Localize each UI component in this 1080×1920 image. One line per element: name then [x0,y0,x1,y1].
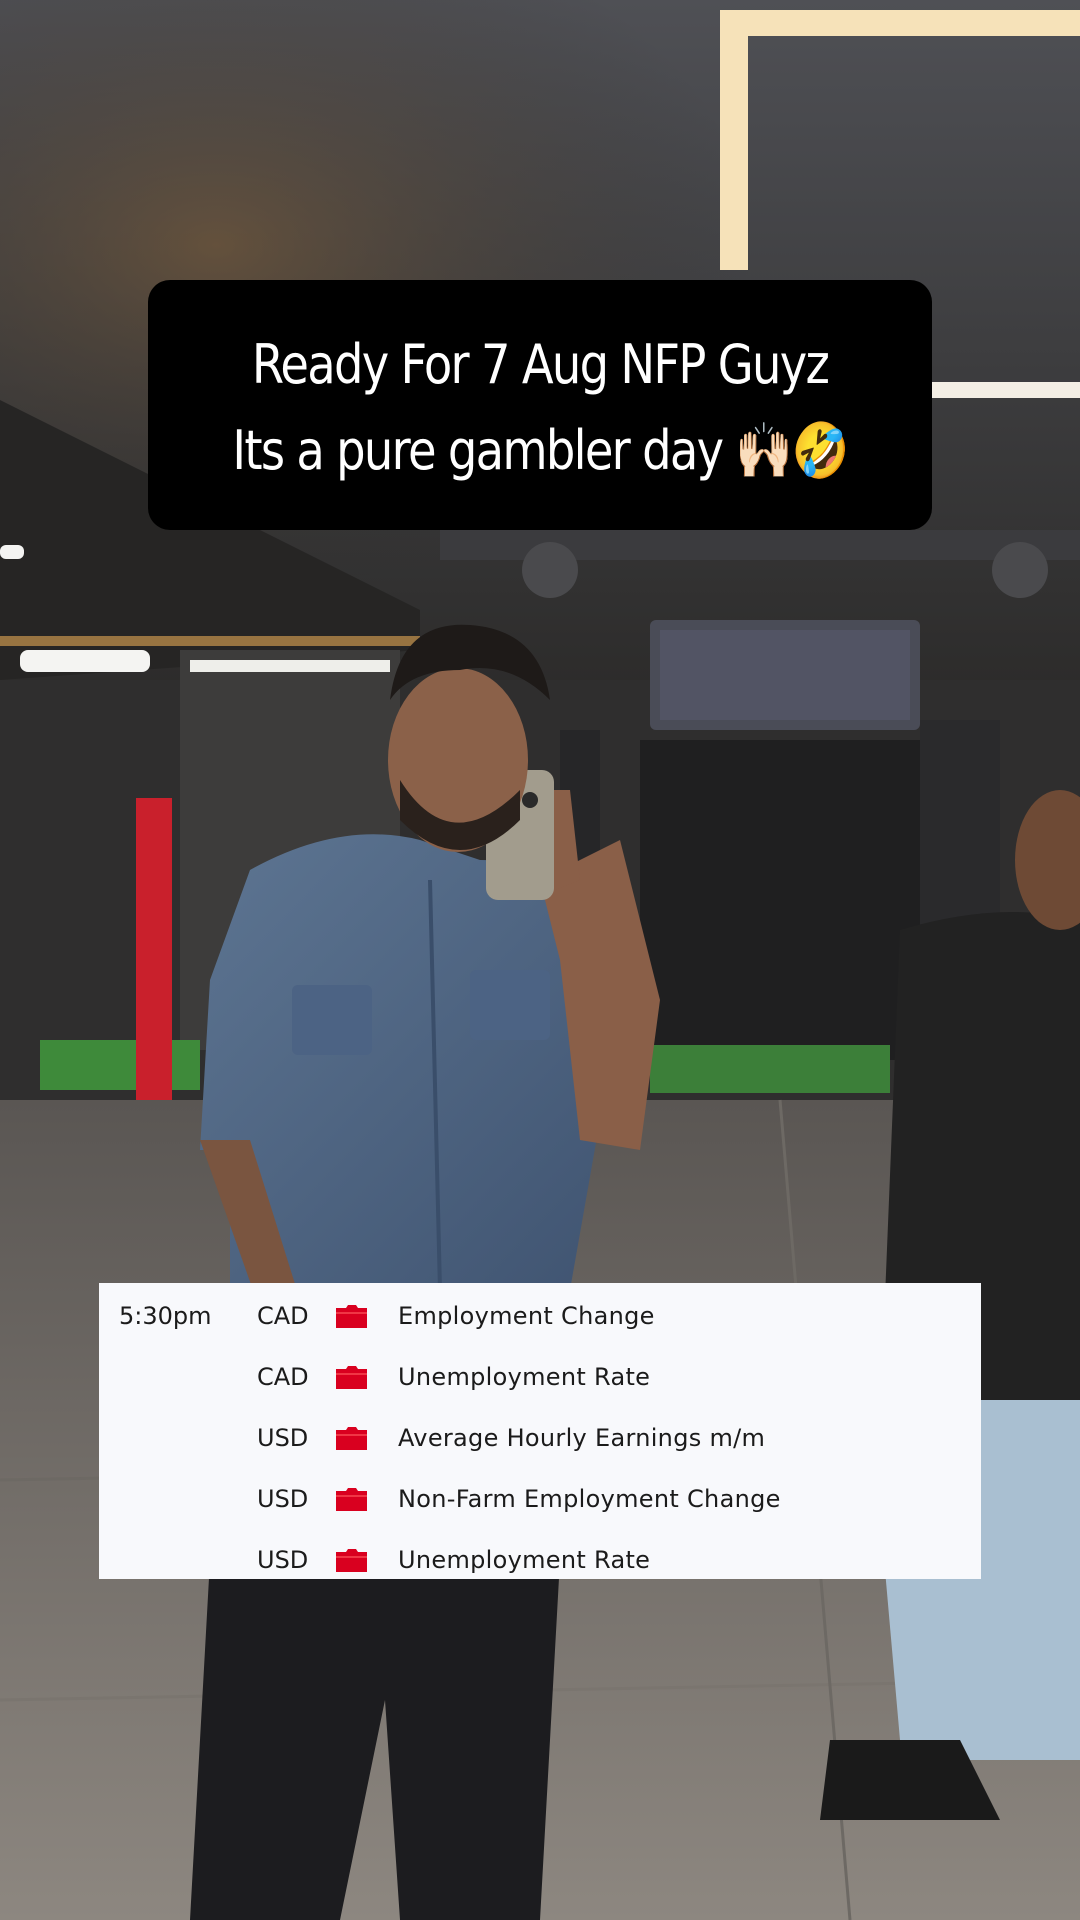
calendar-row: USD Average Hourly Earnings m/m [99,1411,981,1472]
high-impact-folder-icon [336,1427,367,1450]
event-currency: USD [257,1424,309,1452]
calendar-row: CAD Unemployment Rate [99,1350,981,1411]
event-name: Unemployment Rate [398,1546,651,1574]
high-impact-folder-icon [336,1549,367,1572]
event-name: Unemployment Rate [398,1363,651,1391]
event-currency: USD [257,1546,309,1574]
event-time: 5:30pm [119,1302,212,1330]
event-currency: USD [257,1485,309,1513]
event-name: Non-Farm Employment Change [398,1485,781,1513]
calendar-row: USD Non-Farm Employment Change [99,1472,981,1533]
calendar-row: USD Unemployment Rate [99,1533,981,1594]
event-name: Average Hourly Earnings m/m [398,1424,766,1452]
caption-line-1: Ready For 7 Aug NFP Guyz [251,333,830,396]
event-currency: CAD [257,1363,309,1391]
high-impact-folder-icon [336,1488,367,1511]
event-name: Employment Change [398,1302,655,1330]
economic-calendar: 5:30pm CAD Employment Change CAD Unemplo… [99,1283,981,1579]
story-frame: Ready For 7 Aug NFP Guyz Its a pure gamb… [0,0,1080,1920]
caption-line-2: Its a pure gambler day 🙌🏻🤣 [232,419,849,482]
high-impact-folder-icon [336,1305,367,1328]
caption-box: Ready For 7 Aug NFP Guyz Its a pure gamb… [148,280,932,530]
event-currency: CAD [257,1302,309,1330]
calendar-row: 5:30pm CAD Employment Change [99,1289,981,1350]
high-impact-folder-icon [336,1366,367,1389]
